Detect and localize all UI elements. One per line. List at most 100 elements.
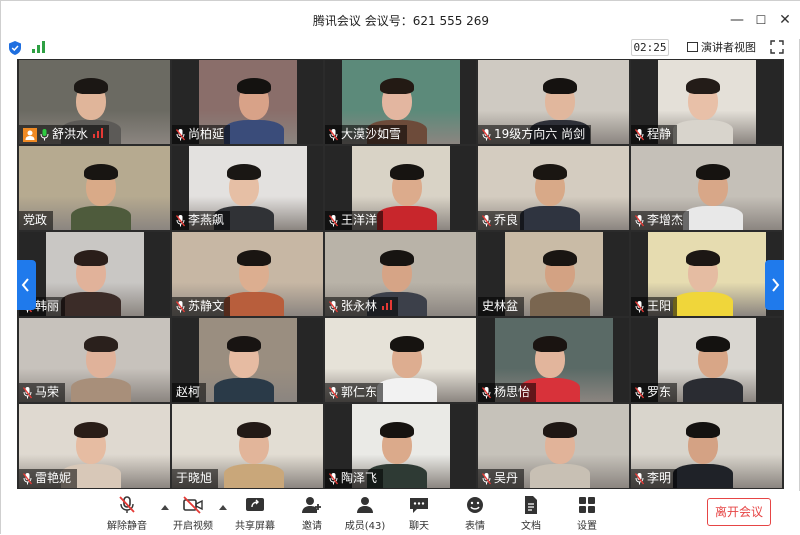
participant-tile[interactable]: 史林盆 bbox=[478, 232, 629, 316]
participant-silhouette bbox=[222, 68, 286, 144]
mic-muted-icon bbox=[635, 214, 644, 227]
settings-button[interactable]: 设置 bbox=[561, 495, 613, 532]
next-page-button[interactable] bbox=[765, 260, 784, 310]
participant-tile[interactable]: 吴丹 bbox=[478, 404, 629, 488]
reactions-button[interactable]: 表情 bbox=[449, 495, 501, 532]
mic-muted-icon bbox=[176, 300, 185, 313]
participant-tile[interactable]: 赵柯 bbox=[172, 318, 323, 402]
chat-label: 聊天 bbox=[409, 521, 429, 532]
participant-silhouette bbox=[222, 240, 286, 316]
participant-name: 马荣 bbox=[35, 385, 60, 399]
video-feed bbox=[199, 318, 297, 402]
add-person-icon bbox=[302, 497, 321, 513]
mic-muted-icon bbox=[482, 472, 491, 485]
previous-page-button[interactable] bbox=[17, 260, 36, 310]
participant-tile[interactable]: 程静 bbox=[631, 60, 782, 144]
meeting-timer: 02:25 bbox=[631, 39, 669, 56]
participant-tile[interactable]: 大漠沙如雪 bbox=[325, 60, 476, 144]
participant-silhouette bbox=[518, 154, 582, 230]
participant-name-bar: 陶泽飞 bbox=[325, 469, 384, 488]
mic-muted-icon bbox=[329, 300, 338, 313]
participant-name: 乔良 bbox=[494, 213, 519, 227]
members-icon bbox=[357, 497, 373, 513]
participant-name: 于晓旭 bbox=[176, 471, 213, 485]
security-shield-icon[interactable] bbox=[9, 41, 21, 55]
participant-name-bar: 雷艳妮 bbox=[19, 469, 78, 488]
participant-tile[interactable]: 尚柏延 bbox=[172, 60, 323, 144]
meeting-window: 腾讯会议 会议号：621 555 269 — ☐ ✕ 02:25 演讲者视图 舒… bbox=[0, 0, 800, 535]
participant-tile[interactable]: 雷艳妮 bbox=[19, 404, 170, 488]
close-button[interactable]: ✕ bbox=[775, 10, 795, 30]
participant-name: 张永林 bbox=[341, 299, 378, 313]
participant-name: 史林盆 bbox=[482, 299, 519, 313]
participant-silhouette bbox=[69, 154, 133, 230]
participant-tile[interactable]: 韩丽 bbox=[19, 232, 170, 316]
speaker-view-icon bbox=[687, 42, 698, 52]
invite-button[interactable]: 邀请 bbox=[286, 495, 338, 532]
participant-name: 吴丹 bbox=[494, 471, 519, 485]
network-signal-icon[interactable] bbox=[32, 41, 46, 53]
unmute-button[interactable]: 解除静音 bbox=[101, 495, 153, 532]
participant-name-bar: 19级方向六 尚剑 bbox=[478, 125, 592, 144]
signal-strength-icon bbox=[93, 125, 104, 144]
participant-tile[interactable]: 李明 bbox=[631, 404, 782, 488]
participant-tile[interactable]: 乔良 bbox=[478, 146, 629, 230]
participant-silhouette bbox=[671, 240, 735, 316]
participant-silhouette bbox=[528, 240, 592, 316]
members-button[interactable]: 成员(43) bbox=[339, 495, 391, 532]
participant-tile[interactable]: 19级方向六 尚剑 bbox=[478, 60, 629, 144]
minimize-button[interactable]: — bbox=[727, 10, 747, 30]
mic-muted-icon bbox=[635, 128, 644, 141]
chevron-left-icon bbox=[21, 278, 29, 292]
participant-tile[interactable]: 党政 bbox=[19, 146, 170, 230]
participant-tile[interactable]: 李燕飙 bbox=[172, 146, 323, 230]
participant-name-bar: 舒洪水 bbox=[19, 125, 110, 144]
mic-muted-icon bbox=[329, 214, 338, 227]
participant-tile[interactable]: 王洋洋 bbox=[325, 146, 476, 230]
video-options-caret[interactable] bbox=[219, 505, 227, 510]
participant-name-bar: 李燕飙 bbox=[172, 211, 231, 230]
participant-name: 王洋洋 bbox=[341, 213, 378, 227]
participant-tile[interactable]: 苏静文 bbox=[172, 232, 323, 316]
participant-tile[interactable]: 舒洪水 bbox=[19, 60, 170, 144]
participant-tile[interactable]: 于晓旭 bbox=[172, 404, 323, 488]
participant-name: 李燕飙 bbox=[188, 213, 225, 227]
video-grid: 舒洪水 尚柏延 大漠沙如雪 19级方向六 尚剑 程静党政 李燕飙 王洋洋 乔良 李增杰韩丽 苏静文… bbox=[17, 59, 784, 489]
participant-name-bar: 杨思怡 bbox=[478, 383, 537, 402]
leave-meeting-button[interactable]: 离开会议 bbox=[707, 498, 771, 526]
participant-silhouette bbox=[528, 412, 592, 488]
title-bar: 腾讯会议 会议号：621 555 269 — ☐ ✕ bbox=[1, 1, 800, 39]
video-off-icon bbox=[183, 496, 203, 514]
participant-tile[interactable]: 杨思怡 bbox=[478, 318, 629, 402]
participant-tile[interactable]: 陶泽飞 bbox=[325, 404, 476, 488]
speaker-view-label: 演讲者视图 bbox=[701, 41, 756, 54]
chat-button[interactable]: 聊天 bbox=[393, 495, 445, 532]
docs-button[interactable]: 文档 bbox=[505, 495, 557, 532]
maximize-button[interactable]: ☐ bbox=[751, 10, 771, 30]
participant-silhouette bbox=[681, 326, 745, 402]
participant-tile[interactable]: 李增杰 bbox=[631, 146, 782, 230]
participant-name-bar: 史林盆 bbox=[478, 297, 525, 316]
participant-tile[interactable]: 马荣 bbox=[19, 318, 170, 402]
fullscreen-icon[interactable] bbox=[770, 40, 784, 54]
mic-muted-icon bbox=[23, 386, 32, 399]
participant-silhouette bbox=[69, 326, 133, 402]
participant-tile[interactable]: 王阳 bbox=[631, 232, 782, 316]
participant-silhouette bbox=[671, 412, 735, 488]
start-video-button[interactable]: 开启视频 bbox=[167, 495, 219, 532]
participant-tile[interactable]: 郭仁东 bbox=[325, 318, 476, 402]
participant-name-bar: 于晓旭 bbox=[172, 469, 219, 488]
mic-muted-icon bbox=[329, 472, 338, 485]
speaker-view-button[interactable]: 演讲者视图 bbox=[685, 39, 756, 56]
share-screen-label: 共享屏幕 bbox=[235, 521, 275, 532]
participant-name: 赵柯 bbox=[176, 385, 201, 399]
participant-name: 韩丽 bbox=[35, 299, 60, 313]
document-icon bbox=[525, 496, 537, 514]
share-screen-button[interactable]: 共享屏幕 bbox=[229, 495, 281, 532]
chat-icon bbox=[410, 498, 428, 513]
participant-tile[interactable]: 张永林 bbox=[325, 232, 476, 316]
participant-name: 罗东 bbox=[647, 385, 672, 399]
participant-silhouette bbox=[375, 326, 439, 402]
participant-tile[interactable]: 罗东 bbox=[631, 318, 782, 402]
participant-name: 杨思怡 bbox=[494, 385, 531, 399]
